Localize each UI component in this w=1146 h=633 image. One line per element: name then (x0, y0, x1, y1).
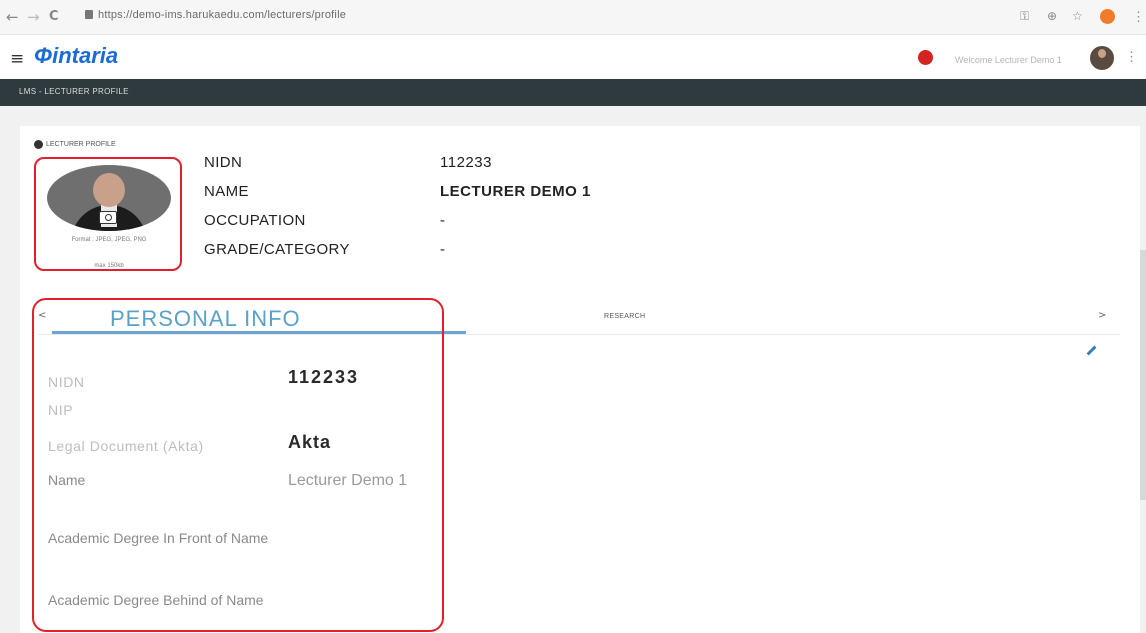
name-value: LECTURER DEMO 1 (440, 183, 591, 200)
occupation-value: - (440, 212, 446, 229)
nidn-value: 112233 (440, 154, 492, 171)
user-menu-icon[interactable]: ⋮ (1125, 49, 1138, 65)
occupation-label: OCCUPATION (204, 212, 306, 229)
back-button[interactable]: ← (6, 9, 19, 25)
tab-research[interactable]: RESEARCH (604, 313, 645, 320)
pi-name-value: Lecturer Demo 1 (288, 472, 408, 489)
star-icon[interactable]: ☆ (1072, 9, 1083, 23)
grade-value: - (440, 241, 446, 258)
lock-icon (85, 10, 93, 19)
extension-icon[interactable] (1100, 9, 1115, 24)
pi-akta-value: Akta (288, 432, 332, 452)
zoom-icon[interactable]: ⊕ (1047, 9, 1057, 23)
browser-toolbar: ← → C https://demo-ims.harukaedu.com/lec… (0, 0, 1146, 35)
camera-icon[interactable] (99, 211, 117, 224)
menu-icon[interactable]: ≡ (10, 49, 24, 69)
profile-photo-panel: Format : JPEG, JPEG, PNG max 150kb (34, 157, 182, 271)
name-label: NAME (204, 183, 249, 200)
grade-label: GRADE/CATEGORY (204, 241, 350, 258)
logo-text: intaria (52, 43, 119, 68)
key-icon[interactable]: ⚿ (1020, 9, 1029, 24)
logo[interactable]: Φintaria (34, 43, 118, 69)
notification-icon[interactable] (915, 47, 936, 68)
welcome-text: Welcome Lecturer Demo 1 (955, 55, 1062, 65)
avatar[interactable] (1090, 46, 1114, 70)
pi-name-label: Name (48, 472, 86, 488)
pi-nidn-label: NIDN (48, 374, 85, 390)
pi-degree-behind-label: Academic Degree Behind of Name (48, 592, 264, 608)
pi-nidn-value: 112233 (288, 367, 360, 387)
breadcrumb-bar: LMS - LECTURER PROFILE (0, 79, 1146, 106)
scrollbar[interactable] (1140, 250, 1146, 500)
address-bar[interactable]: https://demo-ims.harukaedu.com/lecturers… (98, 9, 346, 21)
user-icon (34, 140, 43, 149)
forward-button[interactable]: → (27, 9, 40, 25)
app-header: ≡ Φintaria Welcome Lecturer Demo 1 ⋮ (0, 35, 1146, 79)
breadcrumb: LMS - LECTURER PROFILE (19, 87, 129, 96)
photo-format-caption: Format : JPEG, JPEG, PNG (71, 237, 147, 243)
pi-degree-front-label: Academic Degree In Front of Name (48, 530, 269, 546)
tab-next-button[interactable]: > (1098, 310, 1106, 321)
pi-akta-label: Legal Document (Akta) (48, 438, 204, 454)
section-title: LECTURER PROFILE (46, 141, 116, 148)
pi-nip-label: NIP (48, 402, 74, 418)
lecturer-profile-label: LECTURER PROFILE (34, 140, 116, 149)
nidn-label: NIDN (204, 154, 243, 171)
reload-button[interactable]: C (49, 9, 59, 25)
browser-menu-icon[interactable]: ⋮ (1132, 9, 1145, 25)
personal-info-highlight (32, 298, 444, 632)
photo-size-caption: max 150kb (94, 263, 124, 269)
